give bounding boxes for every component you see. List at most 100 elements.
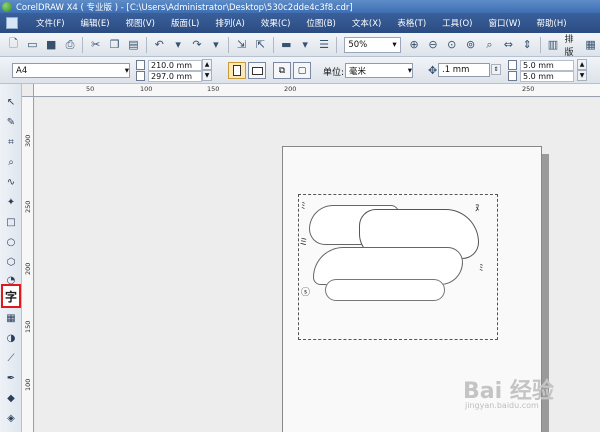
baidu-jingyan-watermark: Bai 经验 jingyan.baidu.com <box>463 365 598 425</box>
duplicate-x-value[interactable]: 5.0 mm <box>520 59 574 71</box>
zoom-level-select[interactable]: 50% ▾ <box>344 36 401 53</box>
toolbar-divider <box>82 36 84 53</box>
document-icon[interactable] <box>6 17 18 29</box>
arrange-icon[interactable]: ▥ <box>546 37 561 53</box>
menu-bitmaps[interactable]: 位图(B) <box>300 17 341 29</box>
menu-table[interactable]: 表格(T) <box>391 17 432 29</box>
outline-pen-tool-icon[interactable]: ✒ <box>3 370 19 386</box>
menu-effects[interactable]: 效果(C) <box>255 17 297 29</box>
menu-text[interactable]: 文本(X) <box>346 17 387 29</box>
all-pages-icon: ⧉ <box>278 65 286 76</box>
pick-tool-icon[interactable]: ↖ <box>3 94 19 110</box>
current-page-icon: ▢ <box>297 65 307 76</box>
chevron-down-icon: ▾ <box>392 39 397 50</box>
menu-edit[interactable]: 编辑(E) <box>75 17 116 29</box>
menu-view[interactable]: 视图(V) <box>120 17 161 29</box>
freehand-tool-icon[interactable]: ∿ <box>3 174 19 190</box>
duplicate-y-value[interactable]: 5.0 mm <box>520 70 574 82</box>
export-icon[interactable]: ⇱ <box>253 37 268 53</box>
grid-icon[interactable]: ▦ <box>583 37 598 53</box>
horizontal-ruler[interactable]: 50 100 150 200 250 <box>22 84 600 97</box>
toolbar-divider <box>272 36 274 53</box>
text-fragment: ﾇ <box>475 204 480 214</box>
redo-icon[interactable]: ↷ <box>190 37 205 53</box>
interactive-blend-tool-icon[interactable]: ◑ <box>3 330 19 346</box>
copy-icon[interactable]: ❐ <box>107 37 122 53</box>
menu-bar: 文件(F) 编辑(E) 视图(V) 版面(L) 排列(A) 效果(C) 位图(B… <box>0 13 600 33</box>
paste-icon[interactable]: ▤ <box>126 37 141 53</box>
nudge-spinner-icon[interactable]: ⇕ <box>491 64 501 75</box>
zoom-in-icon[interactable]: ⊕ <box>407 37 422 53</box>
arrange-label[interactable]: 排版 <box>564 32 581 58</box>
zoom-out-icon[interactable]: ⊖ <box>426 37 441 53</box>
eyedropper-tool-icon[interactable]: ⟋ <box>3 350 19 366</box>
property-bar: A4 ▾ 210.0 mm 297.0 mm ▲ ▼ ⧉ ▢ 单位: 毫米 ▾ <box>0 57 600 84</box>
width-spinner-icon[interactable]: ▲ <box>202 59 212 70</box>
cut-icon[interactable]: ✂ <box>88 37 103 53</box>
fill-tool-icon[interactable]: ◆ <box>3 390 19 406</box>
text-tool-icon[interactable]: 字 <box>1 284 21 308</box>
ellipse-tool-icon[interactable]: ○ <box>3 234 19 250</box>
zoom-all-icon[interactable]: ⊚ <box>463 37 478 53</box>
print-icon[interactable]: ⎙ <box>63 37 78 53</box>
zoom-selected-icon[interactable]: ⊙ <box>444 37 459 53</box>
nudge-distance-input[interactable]: .1 mm <box>438 63 490 77</box>
units-select[interactable]: 毫米 ▾ <box>345 63 413 78</box>
application-launcher-icon[interactable]: ▬ <box>279 37 294 53</box>
page-height-field[interactable]: 297.0 mm <box>136 70 202 82</box>
zoom-height-icon[interactable]: ⇕ <box>520 37 535 53</box>
vertical-ruler[interactable]: 300 250 200 150 100 <box>22 97 34 432</box>
menu-file[interactable]: 文件(F) <box>30 17 71 29</box>
menu-help[interactable]: 帮助(H) <box>531 17 573 29</box>
zoom-tool-icon[interactable]: ⌕ <box>3 154 19 170</box>
crop-tool-icon[interactable]: ⌗ <box>3 134 19 150</box>
page-height-value[interactable]: 297.0 mm <box>148 70 202 82</box>
import-icon[interactable]: ⇲ <box>234 37 249 53</box>
ruler-label: 200 <box>24 262 32 275</box>
portrait-orientation-button[interactable] <box>228 62 246 79</box>
all-pages-button[interactable]: ⧉ <box>273 62 291 79</box>
landscape-orientation-button[interactable] <box>248 62 266 79</box>
text-fragment: ﾐ <box>479 264 484 274</box>
smart-fill-tool-icon[interactable]: ✦ <box>3 194 19 210</box>
shape-tool-icon[interactable]: ✎ <box>3 114 19 130</box>
welcome-screen-icon[interactable]: ☰ <box>317 37 332 53</box>
coreldraw-window: CorelDRAW X4 ( 专业版 ) - [C:\Users\Adminis… <box>0 0 600 432</box>
paper-size-value: A4 <box>16 65 28 76</box>
coreldraw-app-icon <box>2 1 12 12</box>
menu-tools[interactable]: 工具(O) <box>436 17 478 29</box>
menu-arrange[interactable]: 排列(A) <box>209 17 250 29</box>
paper-size-select[interactable]: A4 ▾ <box>12 63 130 78</box>
interactive-fill-tool-icon[interactable]: ◈ <box>3 410 19 426</box>
toolbar-divider <box>228 36 230 53</box>
duplicate-x-spinner-icon[interactable]: ▲ <box>577 59 587 70</box>
table-tool-icon[interactable]: ▦ <box>3 310 19 326</box>
duplicate-y-spinner-icon[interactable]: ▼ <box>577 70 587 81</box>
ruler-origin[interactable] <box>22 84 34 97</box>
height-spinner-icon[interactable]: ▼ <box>202 70 212 81</box>
ruler-label: 50 <box>86 85 95 93</box>
launcher-dropdown-icon[interactable]: ▾ <box>298 37 313 53</box>
rectangle-tool-icon[interactable]: □ <box>3 214 19 230</box>
standard-toolbar: 🗋 ▭ ■ ⎙ ✂ ❐ ▤ ↶ ▾ ↷ ▾ ⇲ ⇱ ▬ ▾ ☰ 50% ▾ ⊕ … <box>0 32 600 58</box>
zoom-width-icon[interactable]: ⇔ <box>501 37 516 53</box>
polygon-tool-icon[interactable]: ⬡ <box>3 254 19 270</box>
save-icon[interactable]: ■ <box>44 37 59 53</box>
current-page-button[interactable]: ▢ <box>293 62 311 79</box>
toolbar-divider <box>539 36 541 53</box>
portrait-icon <box>233 65 241 76</box>
duplicate-x-icon <box>508 60 517 70</box>
duplicate-y-field[interactable]: 5.0 mm <box>508 70 574 82</box>
watermark-url: jingyan.baidu.com <box>465 401 539 410</box>
menu-window[interactable]: 窗口(W) <box>483 17 527 29</box>
new-document-icon[interactable]: 🗋 <box>6 37 21 53</box>
page-width-value[interactable]: 210.0 mm <box>148 59 202 71</box>
undo-dropdown-icon[interactable]: ▾ <box>171 37 186 53</box>
open-folder-icon[interactable]: ▭ <box>25 37 40 53</box>
menu-layout[interactable]: 版面(L) <box>165 17 205 29</box>
undo-icon[interactable]: ↶ <box>152 37 167 53</box>
redo-dropdown-icon[interactable]: ▾ <box>208 37 223 53</box>
toolbar-divider <box>336 36 338 53</box>
paragraph-text-frame[interactable]: ﾐ ミ ⓢ ﾇ ﾐ <box>298 194 498 340</box>
zoom-page-icon[interactable]: ⌕ <box>482 37 497 53</box>
